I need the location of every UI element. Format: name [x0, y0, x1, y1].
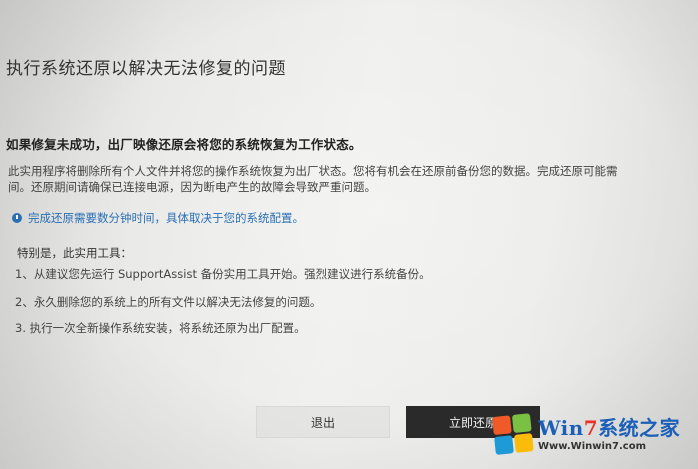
exit-button[interactable]: 退出	[256, 406, 390, 438]
info-text: 完成还原需要数分钟时间，具体取决于您的系统配置。	[28, 211, 304, 225]
description-line-1: 此实用程序将删除所有个人文件并将您的操作系统恢复为出厂状态。您将有机会在还原前备…	[8, 164, 618, 178]
watermark-url: Www.Winwin7.com	[538, 441, 647, 452]
description-line-2: 间。还原期间请确保已连接电源，因为断电产生的故障会导致严重问题。	[8, 180, 376, 194]
page-title: 执行系统还原以解决无法修复的问题	[6, 59, 286, 79]
watermark-brand: Win7系统之家	[538, 416, 681, 440]
list-item: 1、从建议您先运行 SupportAssist 备份实用工具开始。强烈建议进行系…	[15, 267, 431, 281]
windows-logo-icon	[492, 413, 536, 457]
description-text: 此实用程序将删除所有个人文件并将您的操作系统恢复为出厂状态。您将有机会在还原前备…	[8, 163, 698, 195]
watermark: Win7系统之家 Www.Winwin7.com	[492, 409, 694, 461]
info-note: 完成还原需要数分钟时间，具体取决于您的系统配置。	[12, 210, 304, 226]
clock-icon	[12, 213, 22, 223]
special-label: 特别是，此实用工具：	[17, 246, 132, 260]
list-item: 2、永久删除您的系统上的所有文件以解决无法修复的问题。	[15, 295, 322, 309]
list-item: 3. 执行一次全新操作系统安装，将系统还原为出厂配置。	[15, 321, 306, 335]
section-heading: 如果修复未成功，出厂映像还原会将您的系统恢复为工作状态。	[6, 137, 362, 152]
